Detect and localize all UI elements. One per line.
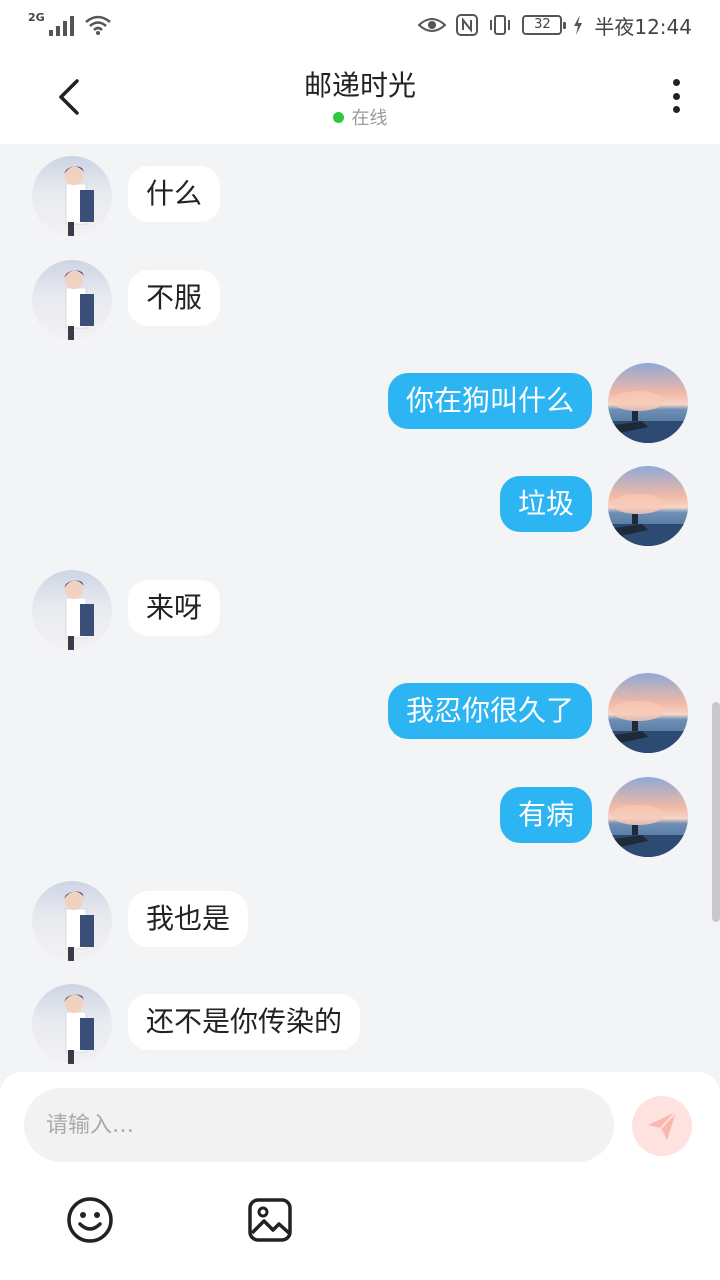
emoji-button[interactable] — [66, 1196, 114, 1244]
message-incoming: 还不是你传染的 — [0, 984, 720, 1064]
boy-avatar-icon — [64, 166, 94, 236]
sea-avatar-icon — [608, 701, 688, 753]
message-input[interactable] — [24, 1088, 614, 1162]
sea-avatar-icon — [608, 494, 688, 546]
presence-status: 在线 — [0, 104, 720, 130]
message-outgoing: 你在狗叫什么 — [0, 363, 720, 443]
scrollbar[interactable] — [712, 702, 720, 922]
wifi-icon — [84, 15, 111, 35]
nfc-icon — [456, 14, 479, 36]
message-bubble[interactable]: 我也是 — [128, 891, 249, 947]
battery-indicator: 32 — [522, 15, 567, 35]
my-avatar[interactable] — [608, 466, 688, 546]
status-left: 2G — [28, 10, 112, 36]
message-bubble[interactable]: 来呀 — [128, 580, 221, 636]
contact-avatar[interactable] — [32, 260, 112, 340]
boy-avatar-icon — [64, 994, 94, 1064]
status-right: 32 半夜12:44 — [418, 11, 692, 40]
more-vertical-icon — [672, 79, 680, 86]
message-incoming: 来呀 — [0, 570, 720, 650]
message-bubble[interactable]: 不服 — [128, 270, 221, 326]
message-incoming: 什么 — [0, 156, 720, 236]
charging-icon — [574, 15, 583, 35]
message-incoming: 不服 — [0, 260, 720, 340]
message-bubble[interactable]: 垃圾 — [499, 476, 592, 532]
my-avatar[interactable] — [608, 777, 688, 857]
message-outgoing: 垃圾 — [0, 466, 720, 546]
chat-header: 邮递时光 在线 — [0, 50, 720, 144]
my-avatar[interactable] — [608, 673, 688, 753]
eye-icon — [418, 18, 447, 32]
message-outgoing: 有病 — [0, 777, 720, 857]
message-incoming: 我也是 — [0, 881, 720, 961]
contact-avatar[interactable] — [32, 156, 112, 236]
more-options-button[interactable] — [662, 76, 690, 116]
status-bar: 2G 32 半夜12:44 — [0, 0, 720, 50]
online-dot-icon — [332, 111, 344, 123]
message-list[interactable]: 什么 不服 你在狗叫什么 垃圾 来呀 我忍你很久了 有病 我也是 还不是你传染的 — [0, 144, 720, 1072]
sea-avatar-icon — [608, 391, 688, 443]
message-bubble[interactable]: 有病 — [499, 787, 592, 843]
clock: 半夜12:44 — [594, 14, 692, 39]
sea-avatar-icon — [608, 805, 688, 857]
cell-signal-icon — [48, 14, 74, 36]
message-bubble[interactable]: 我忍你很久了 — [387, 683, 592, 739]
message-bubble[interactable]: 什么 — [128, 166, 221, 222]
composer-panel — [0, 1072, 720, 1280]
send-button[interactable] — [632, 1096, 692, 1156]
boy-avatar-icon — [64, 891, 94, 961]
image-button[interactable] — [246, 1196, 294, 1244]
contact-avatar[interactable] — [32, 984, 112, 1064]
message-bubble[interactable]: 还不是你传染的 — [128, 994, 361, 1050]
boy-avatar-icon — [64, 580, 94, 650]
smiley-icon — [67, 1197, 113, 1243]
my-avatar[interactable] — [608, 363, 688, 443]
network-type: 2G — [28, 10, 45, 24]
vibrate-icon — [490, 15, 511, 35]
contact-avatar[interactable] — [32, 881, 112, 961]
paper-plane-icon — [648, 1111, 677, 1140]
contact-avatar[interactable] — [32, 570, 112, 650]
presence-label: 在线 — [351, 108, 388, 129]
chat-title: 邮递时光 — [303, 69, 416, 102]
message-bubble[interactable]: 你在狗叫什么 — [387, 373, 592, 429]
boy-avatar-icon — [64, 270, 94, 340]
image-icon — [248, 1198, 292, 1242]
message-outgoing: 我忍你很久了 — [0, 673, 720, 753]
